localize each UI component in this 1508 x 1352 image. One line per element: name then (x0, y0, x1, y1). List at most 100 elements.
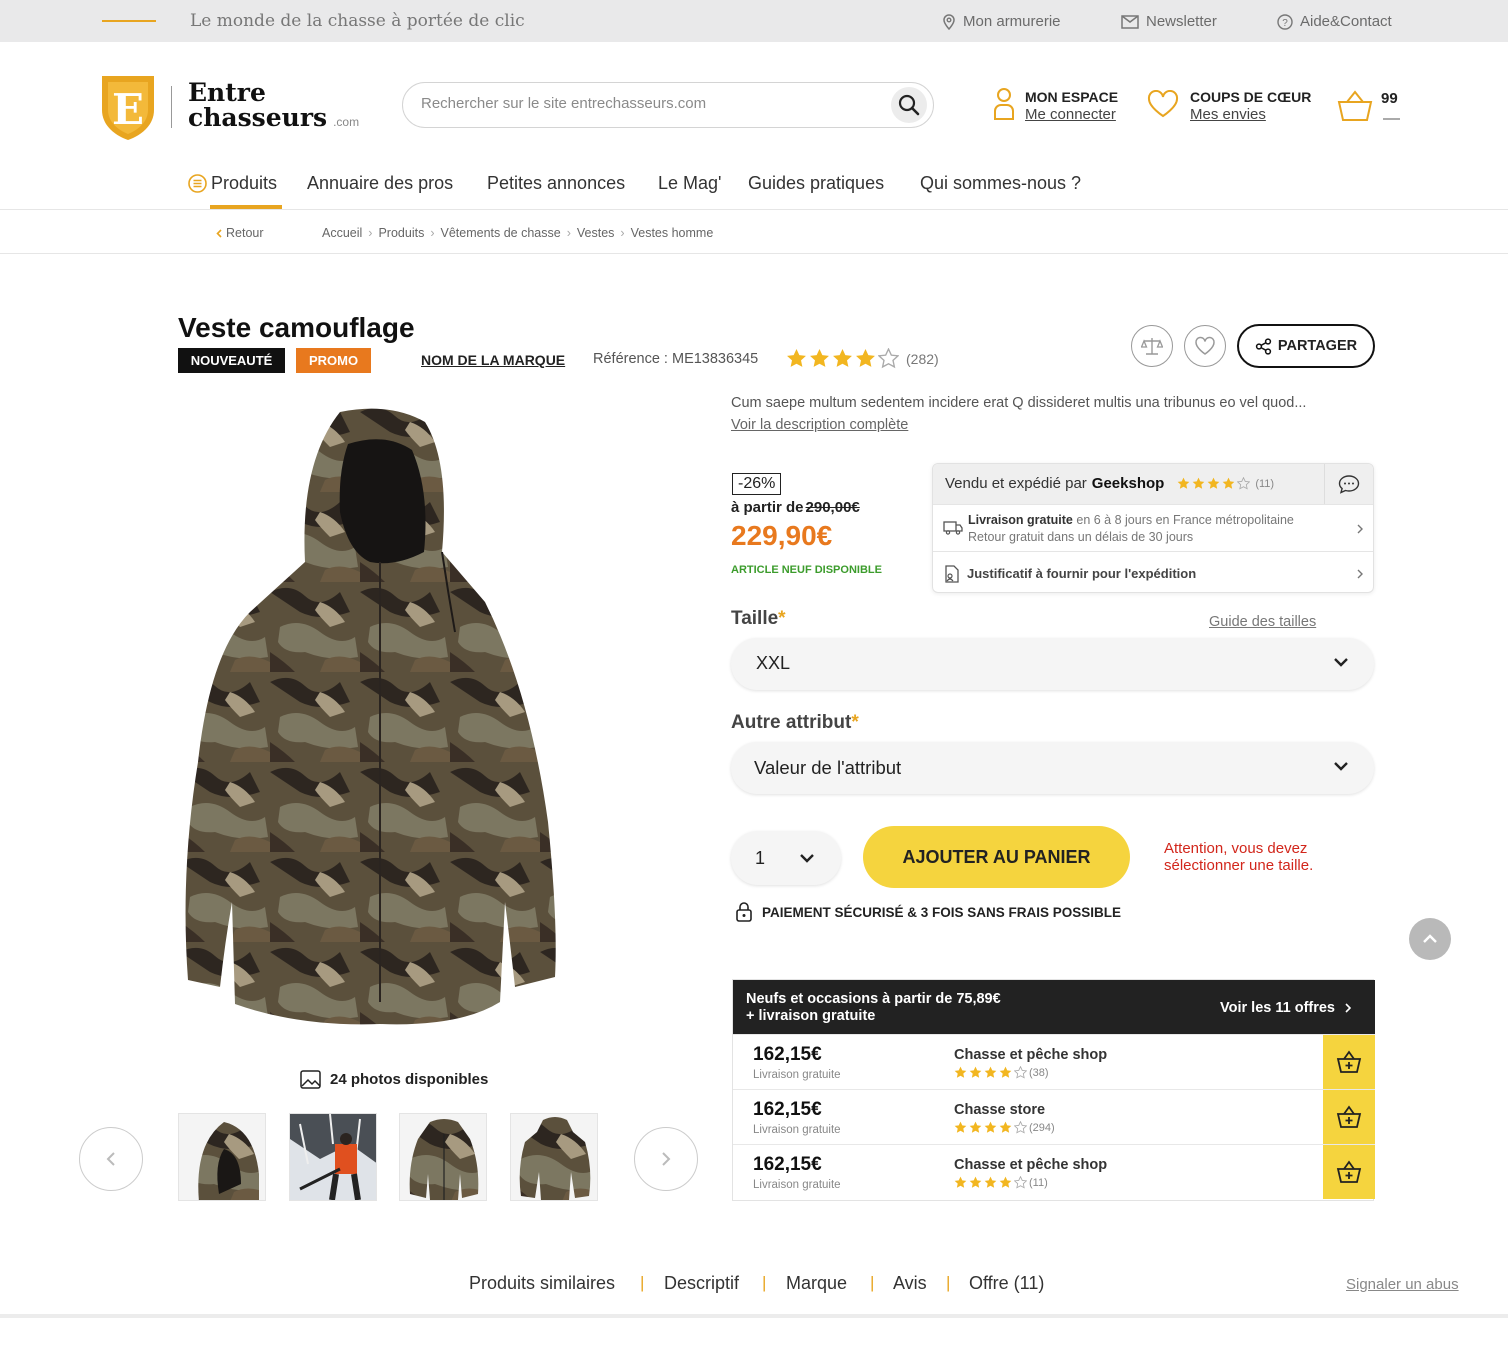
offer-row[interactable]: 162,15€ Livraison gratuite Chasse et pêc… (733, 1034, 1375, 1089)
star-filled-icon (999, 1176, 1012, 1188)
jacket-back-thumbnail-image (511, 1114, 597, 1200)
star-empty-icon (1014, 1121, 1027, 1134)
product-title: Veste camouflage (178, 312, 415, 343)
product-main-image[interactable] (180, 402, 570, 1042)
warning-line-1: Attention, vous devez (1164, 840, 1308, 857)
discount-badge: -26% (732, 473, 782, 495)
thumbnail[interactable] (289, 1113, 377, 1201)
star-filled-icon (954, 1121, 967, 1133)
breadcrumb-item[interactable]: Vêtements de chasse (441, 226, 561, 240)
product-rating[interactable]: (282) (786, 348, 939, 369)
required-asterisk: * (778, 608, 786, 629)
photos-count[interactable]: 24 photos disponibles (300, 1070, 488, 1089)
scroll-top-button[interactable] (1409, 918, 1451, 960)
offer-shop[interactable]: Chasse et pêche shop (954, 1047, 1107, 1063)
back-label: Retour (226, 226, 264, 240)
favorite-button[interactable] (1184, 325, 1226, 367)
chevron-right-icon (662, 1152, 671, 1166)
star-filled-icon (856, 349, 875, 367)
nav-guides[interactable]: Guides pratiques (748, 173, 884, 194)
site-logo[interactable]: E (100, 74, 156, 142)
user-icon (994, 88, 1014, 120)
tab-separator: | (870, 1273, 875, 1292)
tab-similar-products[interactable]: Produits similaires (469, 1273, 615, 1294)
shield-logo-icon: E (102, 76, 154, 140)
see-all-offers-link[interactable]: Voir les 11 offres (1220, 1000, 1351, 1016)
login-link[interactable]: Me connecter (1025, 106, 1116, 123)
add-to-cart-button[interactable]: AJOUTER AU PANIER (863, 826, 1130, 888)
delivery-row[interactable]: Livraison gratuite en 6 à 8 jours en Fra… (933, 504, 1373, 551)
star-empty-icon (878, 348, 899, 369)
star-filled-icon (1177, 477, 1190, 489)
chevron-left-icon (106, 1152, 115, 1166)
breadcrumb-item[interactable]: Accueil (322, 226, 362, 240)
thumbnail[interactable] (510, 1113, 598, 1201)
quantity-select[interactable]: 1 (731, 831, 841, 885)
svg-text:?: ? (1282, 18, 1288, 29)
basket-plus-icon (1336, 1160, 1362, 1183)
search-icon (898, 94, 920, 116)
share-button[interactable]: PARTAGER (1237, 324, 1375, 368)
seller-prefix: Vendu et expédié par (945, 475, 1087, 492)
nav-mag[interactable]: Le Mag' (658, 173, 721, 194)
star-filled-icon (1222, 477, 1235, 489)
nav-products[interactable]: Produits (211, 173, 277, 194)
review-count: (282) (906, 350, 939, 367)
attribute-select[interactable]: Valeur de l'attribut (731, 742, 1374, 794)
secure-payment-label: PAIEMENT SÉCURISÉ & 3 FOIS SANS FRAIS PO… (762, 904, 1122, 920)
breadcrumb-item[interactable]: Vestes (577, 226, 615, 240)
offer-row[interactable]: 162,15€ Livraison gratuite Chasse store … (733, 1089, 1375, 1144)
bottom-divider (0, 1314, 1508, 1318)
tab-separator: | (946, 1273, 951, 1292)
attribute-value: Valeur de l'attribut (754, 757, 902, 778)
newsletter-link[interactable]: Newsletter (1121, 13, 1217, 30)
location-pin-icon (943, 13, 955, 30)
wishlist-area[interactable] (1147, 90, 1179, 118)
offer-add-to-cart-button[interactable] (1323, 1090, 1375, 1144)
tab-reviews[interactable]: Avis (893, 1273, 927, 1294)
nav-directory[interactable]: Annuaire des pros (307, 173, 453, 194)
cart-button[interactable] (1337, 90, 1373, 122)
star-empty-icon (1014, 1176, 1027, 1189)
hunter-snow-thumbnail-image (290, 1114, 376, 1200)
product-reference: Référence : ME13836345 (593, 351, 759, 367)
tab-brand[interactable]: Marque (786, 1273, 847, 1294)
help-contact-link[interactable]: ? Aide&Contact (1277, 13, 1392, 30)
breadcrumb-item[interactable]: Produits (378, 226, 424, 240)
store-locator-link[interactable]: Mon armurerie (942, 13, 1061, 30)
back-link[interactable]: Retour (216, 226, 264, 240)
nav-classifieds[interactable]: Petites annonces (487, 173, 625, 194)
offer-add-to-cart-button[interactable] (1323, 1145, 1375, 1199)
offer-review-count: (294) (1029, 1121, 1055, 1134)
offer-add-to-cart-button[interactable] (1323, 1035, 1375, 1089)
thumbnail[interactable] (399, 1113, 487, 1201)
contact-seller-button[interactable] (1324, 464, 1373, 504)
breadcrumb-item[interactable]: Vestes homme (631, 226, 714, 240)
offer-shop[interactable]: Chasse et pêche shop (954, 1157, 1107, 1173)
seller-name[interactable]: Geekshop (1092, 475, 1165, 492)
search-button[interactable] (891, 87, 927, 123)
thumb-prev-button[interactable] (79, 1127, 143, 1191)
tab-offers[interactable]: Offre (11) (969, 1273, 1044, 1294)
size-guide-link[interactable]: Guide des tailles (1209, 614, 1316, 630)
newsletter-label: Newsletter (1146, 13, 1217, 30)
nav-about[interactable]: Qui sommes-nous ? (920, 173, 1081, 194)
cart-underline (1383, 118, 1400, 120)
size-select[interactable]: XXL (731, 638, 1374, 690)
proof-row[interactable]: Justificatif à fournir pour l'expédition (933, 551, 1373, 592)
search-input[interactable] (421, 95, 861, 112)
account-area[interactable] (993, 87, 1015, 121)
offer-shop[interactable]: Chasse store (954, 1102, 1045, 1118)
full-description-link[interactable]: Voir la description complète (731, 417, 908, 433)
tab-description[interactable]: Descriptif (664, 1273, 739, 1294)
offer-row[interactable]: 162,15€ Livraison gratuite Chasse et pêc… (733, 1144, 1375, 1199)
thumb-next-button[interactable] (634, 1127, 698, 1191)
star-filled-icon (984, 1066, 997, 1078)
return-policy: Retour gratuit dans un délais de 30 jour… (968, 530, 1194, 544)
wishlist-link[interactable]: Mes envies (1190, 106, 1266, 123)
report-abuse-link[interactable]: Signaler un abus (1346, 1276, 1459, 1293)
offer-review-count: (11) (1029, 1176, 1048, 1189)
compare-button[interactable] (1131, 325, 1173, 367)
thumbnail[interactable] (178, 1113, 266, 1201)
brand-link[interactable]: NOM DE LA MARQUE (421, 352, 565, 368)
